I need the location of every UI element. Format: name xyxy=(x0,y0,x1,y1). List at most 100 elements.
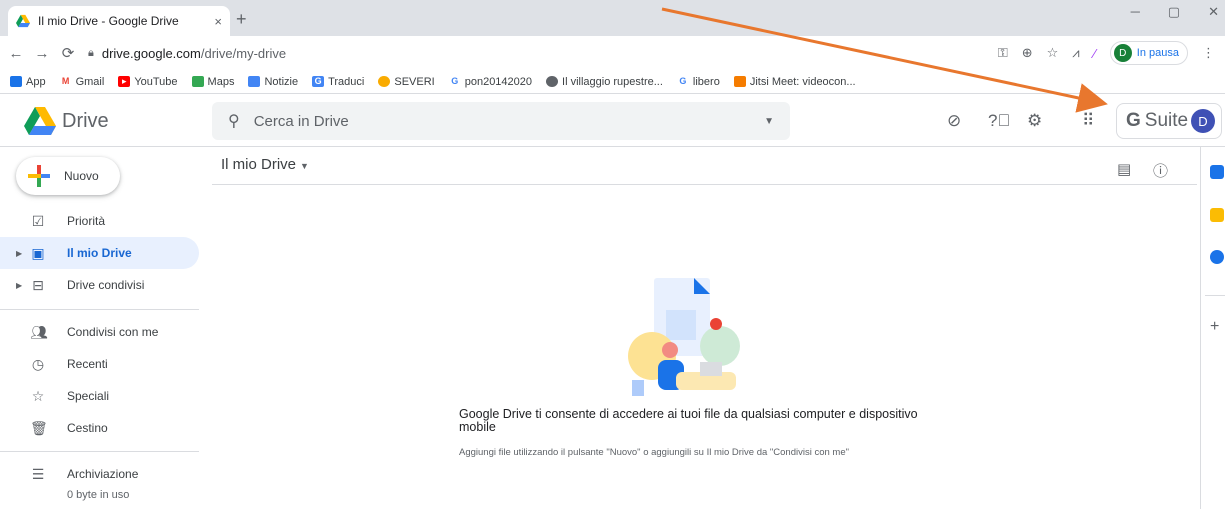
drive-header: Drive ⚲ Cerca in Drive ▼ ⊘ ?⃝ ⚙ ⠿ G Suite… xyxy=(0,95,1225,147)
maps-icon xyxy=(191,76,204,87)
browser-tab[interactable]: Il mio Drive - Google Drive × xyxy=(8,6,230,36)
sidebar-item-speciali[interactable]: ☆ Speciali xyxy=(0,380,199,412)
star-icon: ☆ xyxy=(31,387,45,404)
empty-state-subtitle: Aggiungi file utilizzando il pulsante "N… xyxy=(459,447,849,458)
maximize-icon[interactable]: ▢ xyxy=(1168,4,1180,20)
add-addon-icon[interactable]: + xyxy=(1210,318,1219,336)
sidebar-item-cestino[interactable]: 🗑︎ Cestino xyxy=(0,412,199,444)
bookmark-pon[interactable]: Gpon20142020 xyxy=(448,76,532,88)
bookmarks-bar: App M Gmail ▸ YouTube Maps Notizie G Traduc… xyxy=(0,70,1225,94)
url-host: drive.google.com xyxy=(101,45,201,61)
back-icon[interactable]: ← xyxy=(6,45,26,62)
trash-icon: 🗑︎ xyxy=(30,419,48,436)
reload-icon[interactable]: ⟳ xyxy=(58,44,78,62)
profile-button[interactable]: D In pausa xyxy=(1109,41,1188,65)
page-title: Il mio Drive xyxy=(221,156,297,173)
offline-status-icon[interactable]: ⊘ xyxy=(947,111,961,131)
side-panel: + xyxy=(1200,147,1225,509)
search-options-icon[interactable]: ▼ xyxy=(764,116,774,127)
search-bar[interactable]: ⚲ Cerca in Drive ▼ xyxy=(212,102,790,140)
address-bar-row: ← → ⟳ 🔒︎ drive.google.com/drive/my-drive… xyxy=(0,36,1225,70)
new-button-label: Nuovo xyxy=(64,169,99,183)
app-title[interactable]: Drive xyxy=(62,110,109,133)
shared-drives-icon: ⊟ xyxy=(32,276,44,293)
news-icon xyxy=(248,76,261,87)
globe-icon xyxy=(546,76,559,87)
zoom-icon[interactable]: ⊕ xyxy=(1022,45,1033,61)
extension-a-icon[interactable]: ⩘ xyxy=(1072,45,1079,61)
apps-grid-icon xyxy=(10,76,22,87)
expand-arrow-icon[interactable]: ▶ xyxy=(16,249,22,258)
expand-arrow-icon[interactable]: ▶ xyxy=(16,281,22,290)
storage-usage: 0 byte in uso xyxy=(67,489,130,501)
profile-avatar: D xyxy=(1113,44,1132,62)
severi-icon xyxy=(378,76,391,87)
close-window-icon[interactable]: ✕ xyxy=(1208,4,1219,20)
url-field[interactable]: 🔒︎ drive.google.com/drive/my-drive xyxy=(88,46,286,61)
bookmark-app[interactable]: App xyxy=(10,76,46,88)
bookmark-gmail[interactable]: M Gmail xyxy=(59,76,104,88)
translate-icon: G xyxy=(312,76,325,87)
gsuite-account-button[interactable]: G Suite D xyxy=(1116,103,1222,139)
browser-extensions: ⚿ ⊕ ☆ ⩘ ∕ D In pausa ⋮ xyxy=(998,41,1215,65)
my-drive-icon: ▣ xyxy=(31,244,45,261)
empty-state-illustration xyxy=(628,278,740,396)
bookmark-jitsi[interactable]: Jitsi Meet: videocon... xyxy=(733,76,856,88)
tasks-icon[interactable] xyxy=(1210,250,1224,264)
sidebar-divider xyxy=(0,451,199,452)
calendar-icon[interactable] xyxy=(1210,165,1224,179)
profile-status: In pausa xyxy=(1136,47,1179,59)
check-circle-icon: ☑ xyxy=(31,212,45,229)
sidebar-item-condivisi-con-me[interactable]: 👥︎ Condivisi con me xyxy=(0,316,199,348)
google-g-icon: G xyxy=(676,76,689,87)
clock-icon: ◷ xyxy=(31,355,45,372)
url-path: /drive/my-drive xyxy=(200,45,287,61)
forward-icon[interactable]: → xyxy=(32,45,52,62)
apps-grid-icon[interactable]: ⠿ xyxy=(1082,111,1094,131)
sidebar-item-priorita[interactable]: ☑ Priorità xyxy=(0,205,199,237)
drive-logo-icon[interactable] xyxy=(24,107,56,135)
sidebar-item-il-mio-drive[interactable]: ▶ ▣ Il mio Drive xyxy=(0,237,199,269)
bookmark-traduci[interactable]: G Traduci xyxy=(312,76,364,88)
side-panel-divider xyxy=(1205,295,1225,296)
jitsi-icon xyxy=(733,76,746,87)
sidebar-divider xyxy=(0,309,199,310)
search-input[interactable]: Cerca in Drive xyxy=(254,113,764,130)
star-bookmark-icon[interactable]: ☆ xyxy=(1047,45,1059,61)
info-icon[interactable]: ⓘ xyxy=(1153,160,1168,181)
youtube-icon: ▸ xyxy=(118,76,131,87)
tab-title: Il mio Drive - Google Drive xyxy=(38,14,179,28)
keep-icon[interactable] xyxy=(1210,208,1224,222)
window-controls: ─ ▢ ✕ xyxy=(1131,4,1219,20)
gmail-icon: M xyxy=(59,76,72,87)
bookmark-severi[interactable]: SEVERI xyxy=(378,76,435,88)
search-icon[interactable]: ⚲ xyxy=(228,111,240,131)
bookmark-libero[interactable]: Glibero xyxy=(676,76,720,88)
key-icon[interactable]: ⚿ xyxy=(998,45,1008,61)
new-button[interactable]: Nuovo xyxy=(16,157,120,195)
settings-gear-icon[interactable]: ⚙ xyxy=(1027,111,1042,131)
people-icon: 👥︎ xyxy=(30,323,48,340)
bookmark-villaggio[interactable]: Il villaggio rupestre... xyxy=(546,76,663,88)
pen-extension-icon[interactable]: ∕ xyxy=(1094,46,1096,61)
bookmark-notizie[interactable]: Notizie xyxy=(248,76,298,88)
menu-dots-icon[interactable]: ⋮ xyxy=(1202,45,1215,61)
sidebar-item-archiviazione[interactable]: ☰ Archiviazione xyxy=(0,458,199,490)
new-tab-button[interactable]: + xyxy=(236,9,247,30)
bookmark-youtube[interactable]: ▸ YouTube xyxy=(118,76,178,88)
plus-icon xyxy=(28,165,50,187)
browser-tab-strip: Il mio Drive - Google Drive × + ─ ▢ ✕ xyxy=(0,0,1225,36)
bookmark-maps[interactable]: Maps xyxy=(191,76,234,88)
sidebar-item-drive-condivisi[interactable]: ▶ ⊟ Drive condivisi xyxy=(0,269,199,301)
sidebar-item-recenti[interactable]: ◷ Recenti xyxy=(0,348,199,380)
drive-favicon-icon xyxy=(16,14,30,28)
minimize-icon[interactable]: ─ xyxy=(1131,4,1140,20)
main-divider xyxy=(212,184,1197,185)
empty-state-title: Google Drive ti consente di accedere ai … xyxy=(459,407,918,434)
account-avatar[interactable]: D xyxy=(1191,109,1215,133)
list-view-icon[interactable]: ▤ xyxy=(1117,160,1131,178)
tab-close-icon[interactable]: × xyxy=(214,14,222,29)
lock-icon: 🔒︎ xyxy=(88,46,94,59)
help-icon[interactable]: ?⃝ xyxy=(988,111,1010,131)
breadcrumb[interactable]: Il mio Drive ▼ xyxy=(221,156,309,173)
